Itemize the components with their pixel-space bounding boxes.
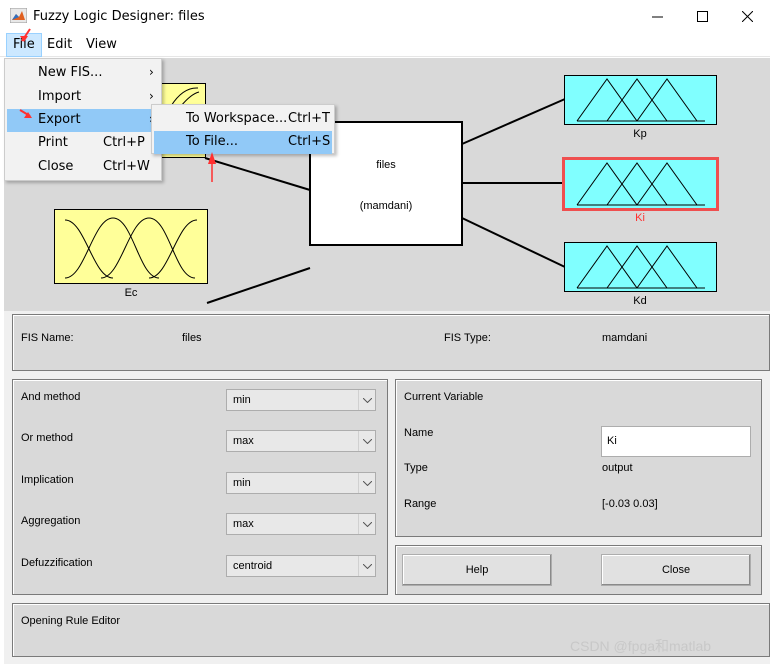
- output-label-kd: Kd: [633, 295, 647, 307]
- output-variable-kd[interactable]: [564, 242, 717, 292]
- or-method-select[interactable]: max: [226, 430, 376, 452]
- variable-type-value: output: [602, 462, 633, 474]
- fis-box-type: (mamdani): [359, 200, 413, 212]
- input-label-ec: Ec: [124, 287, 138, 299]
- implication-label: Implication: [21, 474, 74, 486]
- red-arrow-icon: [208, 152, 216, 182]
- aggregation-value: max: [233, 518, 254, 530]
- membership-function-icon: [576, 245, 705, 289]
- membership-function-icon: [64, 217, 198, 279]
- close-button[interactable]: Close: [601, 554, 751, 586]
- output-label-ki: Ki: [635, 212, 645, 224]
- and-method-select[interactable]: min: [226, 389, 376, 411]
- variable-range-label: Range: [404, 498, 437, 510]
- chevron-down-icon: [358, 514, 375, 534]
- implication-select[interactable]: min: [226, 472, 376, 494]
- variable-name-input[interactable]: Ki: [601, 426, 751, 457]
- methods-panel: And method min Or method max Implication…: [12, 379, 388, 595]
- and-method-label: And method: [21, 391, 81, 403]
- variable-range-value: [-0.03 0.03]: [602, 498, 658, 510]
- input-variable-ec[interactable]: [54, 209, 208, 284]
- watermark-text: CSDN @fpga和matlab: [570, 638, 712, 654]
- buttons-panel: Help Close: [395, 545, 762, 595]
- or-method-label: Or method: [21, 432, 73, 444]
- red-arrow-icon: [20, 28, 31, 42]
- defuzzification-label: Defuzzification: [21, 557, 93, 569]
- defuzzification-value: centroid: [233, 560, 273, 572]
- variable-type-label: Type: [404, 462, 428, 474]
- or-method-value: max: [233, 435, 254, 447]
- and-method-value: min: [233, 394, 251, 406]
- current-variable-title: Current Variable: [404, 391, 484, 403]
- annotation-arrows: [19, 28, 216, 182]
- variable-name-label: Name: [404, 427, 434, 439]
- implication-value: min: [233, 477, 251, 489]
- fis-type-label: FIS Type:: [444, 332, 491, 344]
- status-text: Opening Rule Editor: [21, 615, 121, 627]
- aggregation-label: Aggregation: [21, 515, 81, 527]
- help-button[interactable]: Help: [402, 554, 552, 586]
- fis-name-value: files: [182, 332, 202, 344]
- fis-info-panel: FIS Name: files FIS Type: mamdani: [12, 314, 770, 371]
- chevron-down-icon: [358, 390, 375, 410]
- chevron-down-icon: [358, 473, 375, 493]
- current-variable-panel: Current Variable Name Ki Type output Ran…: [395, 379, 762, 537]
- fis-type-value: mamdani: [602, 332, 648, 344]
- red-arrow-icon: [19, 109, 32, 118]
- chevron-down-icon: [358, 431, 375, 451]
- fis-name-label: FIS Name:: [21, 332, 74, 344]
- aggregation-select[interactable]: max: [226, 513, 376, 535]
- chevron-down-icon: [358, 556, 375, 576]
- defuzzification-select[interactable]: centroid: [226, 555, 376, 577]
